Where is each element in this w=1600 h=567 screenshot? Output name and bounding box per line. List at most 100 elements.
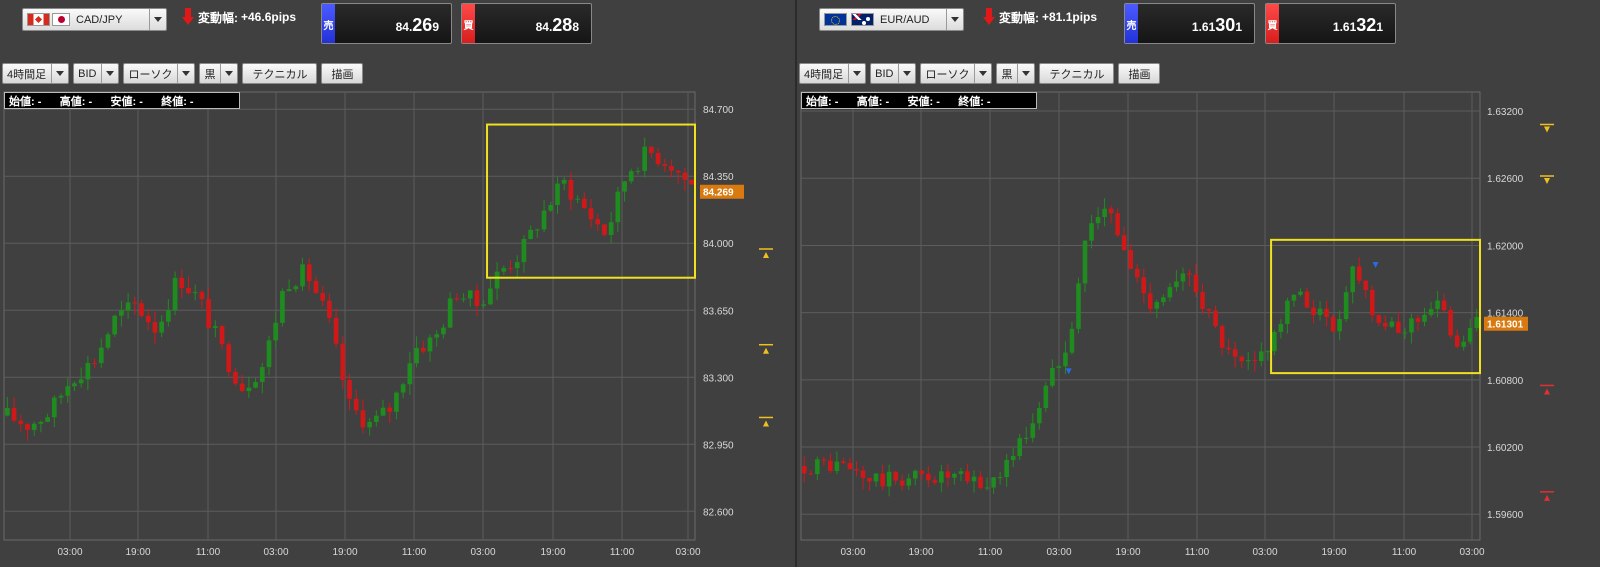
candle-body — [867, 477, 872, 482]
candle-body — [1128, 250, 1133, 269]
candle-body — [1252, 360, 1258, 362]
ohlc-low: 安値: - — [110, 95, 143, 108]
candlestick-chart[interactable]: 84.700 84.350 84.000 83.650 83.300 82.950 82.6… — [0, 0, 795, 567]
candle-body — [1258, 351, 1264, 362]
candle-body — [991, 477, 996, 488]
candle-body — [1350, 266, 1355, 293]
candle-body — [488, 288, 493, 305]
candle-body — [447, 298, 453, 328]
candle-body — [145, 315, 151, 323]
candle-body — [1369, 289, 1375, 316]
candle-body — [273, 322, 279, 341]
candlestick-chart[interactable]: 1.632001.626001.620001.614001.608001.602… — [797, 0, 1600, 567]
candle-body — [568, 179, 574, 200]
chart-panel-euraud: EUR/AUD 変動幅: +81.1pips 売 1.61301 買 1.613… — [797, 0, 1600, 567]
candle-body — [1023, 437, 1029, 439]
candle-body — [172, 277, 178, 311]
candle-body — [1180, 273, 1186, 282]
candle-body — [494, 271, 500, 289]
candle-body — [226, 344, 232, 372]
candle-body — [984, 487, 990, 489]
ohlc-readout: 始値: - 高値: - 安値: - 終値: - — [4, 92, 240, 109]
candle-body — [952, 473, 957, 478]
candle-body — [259, 367, 265, 383]
candle-body — [649, 146, 654, 153]
candle-body — [541, 210, 547, 230]
candle-body — [387, 407, 393, 412]
candle-body — [166, 310, 171, 322]
candle-body — [628, 171, 634, 182]
candle-body — [1428, 309, 1434, 315]
candle-body — [1115, 213, 1120, 236]
candle-body — [1272, 331, 1277, 352]
current-price-label: 1.61301 — [1487, 320, 1524, 331]
y-tick-label: 82.950 — [703, 440, 734, 451]
y-tick-label: 1.62000 — [1487, 241, 1524, 252]
alert-marker-icon — [763, 347, 769, 354]
x-tick-label: 03:00 — [263, 547, 288, 558]
candle-body — [159, 321, 165, 333]
candle-body — [815, 459, 820, 475]
candle-body — [306, 264, 312, 282]
candle-body — [192, 292, 198, 294]
candle-body — [555, 183, 560, 206]
x-tick-label: 03:00 — [470, 547, 495, 558]
ohlc-close: 終値: - — [161, 95, 194, 108]
candle-body — [1161, 297, 1166, 303]
candle-body — [581, 198, 587, 209]
candle-body — [1102, 208, 1107, 218]
candle-body — [1454, 335, 1460, 347]
candle-body — [635, 170, 641, 172]
candle-body — [899, 480, 905, 486]
candle-body — [105, 334, 111, 348]
candle-body — [997, 477, 1003, 479]
candle-body — [906, 478, 912, 486]
candle-body — [1232, 349, 1238, 357]
y-tick-label: 1.60800 — [1487, 376, 1524, 387]
candle-body — [1226, 347, 1231, 350]
candle-body — [320, 293, 326, 301]
candle-body — [642, 146, 648, 171]
candle-body — [1291, 294, 1297, 301]
candle-body — [78, 379, 84, 384]
candle-body — [1383, 322, 1388, 327]
candle-body — [1343, 292, 1349, 320]
y-tick-label: 82.600 — [703, 507, 734, 518]
candle-body — [873, 473, 879, 482]
candle-body — [414, 347, 419, 364]
candle-body — [1285, 300, 1290, 324]
candle-body — [1219, 326, 1225, 348]
candle-body — [1134, 268, 1140, 278]
candle-body — [427, 337, 433, 352]
candle-body — [932, 480, 938, 483]
candle-body — [1095, 217, 1101, 224]
candle-body — [945, 471, 951, 478]
candle-body — [1441, 300, 1447, 311]
candle-body — [912, 470, 918, 479]
candle-body — [360, 410, 366, 428]
candle-body — [528, 229, 533, 239]
candle-body — [333, 317, 339, 344]
candle-body — [85, 362, 91, 380]
alert-marker-icon — [763, 251, 769, 258]
candle-body — [1193, 274, 1199, 293]
candle-body — [1396, 321, 1401, 334]
candle-body — [1311, 307, 1316, 315]
candle-body — [199, 292, 205, 300]
candle-body — [682, 172, 688, 180]
y-tick-label: 1.63200 — [1487, 107, 1524, 118]
candle-body — [212, 326, 218, 328]
candle-body — [1213, 310, 1218, 327]
x-tick-label: 03:00 — [57, 547, 82, 558]
candle-body — [300, 264, 305, 287]
y-tick-label: 84.000 — [703, 239, 734, 250]
candle-body — [1010, 456, 1016, 460]
candle-body — [841, 461, 846, 464]
x-tick-label: 19:00 — [540, 547, 565, 558]
candle-body — [501, 268, 507, 272]
candle-body — [367, 421, 372, 428]
candle-body — [508, 268, 513, 270]
candle-body — [186, 288, 191, 294]
x-tick-label: 11:00 — [978, 547, 1003, 558]
candle-body — [112, 315, 118, 335]
